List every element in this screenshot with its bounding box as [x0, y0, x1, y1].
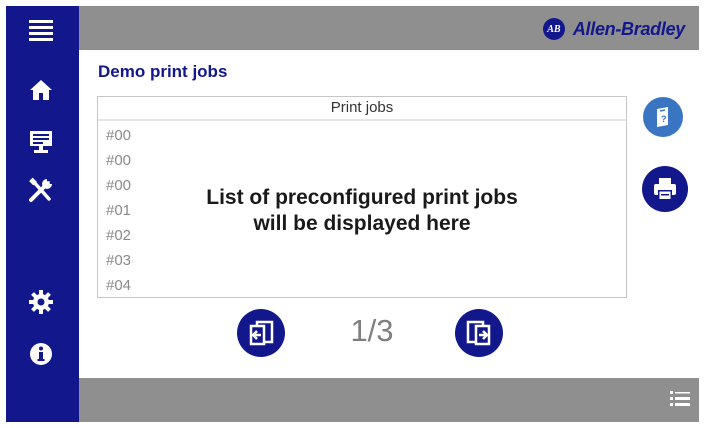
list-item[interactable]: #00 — [106, 148, 131, 173]
next-page-button[interactable] — [455, 309, 503, 357]
job-details-button[interactable]: ? — [643, 97, 683, 137]
placeholder-line-2: will be displayed here — [253, 212, 471, 235]
svg-text:?: ? — [661, 114, 667, 124]
document-icon: ? — [657, 107, 668, 127]
list-header: Print jobs — [98, 97, 626, 121]
info-icon[interactable] — [21, 336, 61, 372]
print-button[interactable] — [642, 166, 688, 212]
hmi-screen: AB Allen-Bradley Demo print jobs Print j… — [6, 6, 699, 422]
menu-icon[interactable] — [21, 12, 61, 48]
tools-icon[interactable] — [21, 172, 61, 208]
home-icon[interactable] — [21, 72, 61, 108]
list-item[interactable]: #03 — [106, 248, 131, 273]
print-jobs-list: Print jobs #00 #00 #00 #01 #02 #03 #04 L… — [97, 96, 627, 298]
list-item[interactable]: #04 — [106, 273, 131, 298]
monitor-icon[interactable] — [21, 124, 61, 160]
page-forward-icon — [466, 320, 491, 346]
page-back-icon — [249, 320, 274, 346]
brand-logo: AB — [542, 18, 565, 40]
list-item[interactable]: #00 — [106, 123, 131, 148]
bottom-bar — [79, 378, 699, 422]
brand-name: Allen-Bradley — [572, 18, 685, 39]
placeholder-line-1: List of preconfigured print jobs — [206, 186, 518, 209]
printer-icon — [654, 178, 676, 200]
list-placeholder: List of preconfigured print jobs will be… — [98, 185, 626, 237]
alarm-list-icon[interactable] — [669, 390, 691, 410]
brand: AB Allen-Bradley — [542, 16, 685, 42]
top-bar: AB Allen-Bradley — [79, 6, 699, 50]
prev-page-button[interactable] — [237, 309, 285, 357]
sidebar — [6, 6, 79, 422]
settings-icon[interactable] — [21, 284, 61, 320]
page-indicator: 1/3 — [350, 313, 394, 348]
page-title: Demo print jobs — [98, 62, 228, 81]
